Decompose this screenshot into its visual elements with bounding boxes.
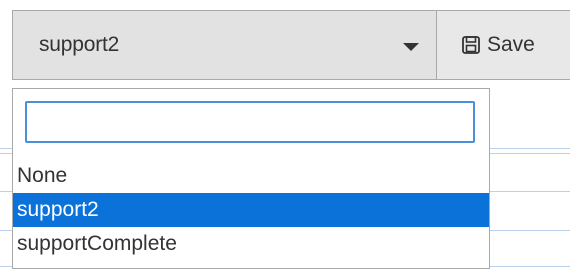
save-label: Save (487, 33, 535, 56)
option-support2[interactable]: support2 (13, 193, 489, 227)
option-list: None support2 supportComplete (13, 159, 489, 261)
option-none[interactable]: None (13, 159, 489, 193)
select-dropdown: None support2 supportComplete (12, 88, 490, 269)
select-value: support2 (39, 33, 120, 56)
search-input[interactable] (27, 103, 473, 141)
save-button[interactable]: Save (436, 10, 570, 80)
search-field[interactable] (25, 101, 475, 143)
support-select[interactable]: support2 (12, 10, 436, 80)
chevron-down-icon[interactable] (403, 43, 419, 51)
option-supportcomplete[interactable]: supportComplete (13, 227, 489, 261)
floppy-disk-icon (462, 36, 480, 54)
